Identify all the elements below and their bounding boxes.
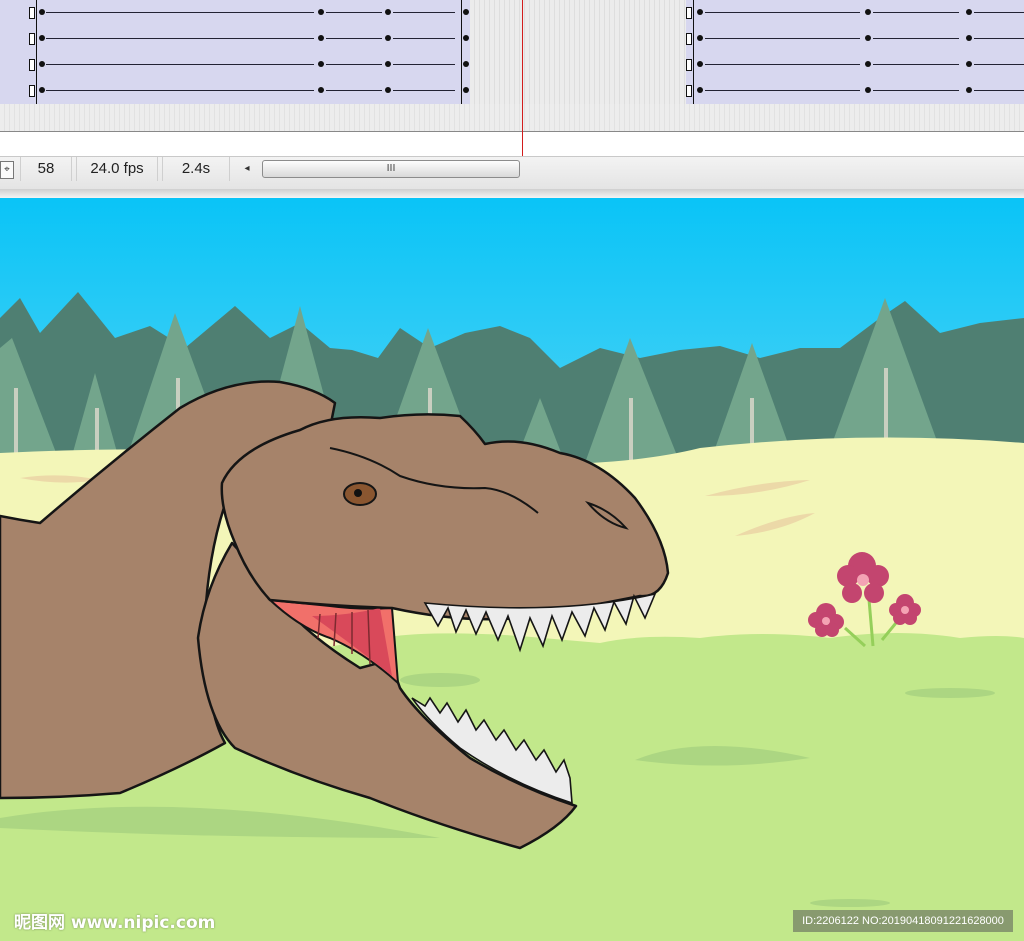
tween-line xyxy=(393,38,455,39)
keyframe-dot xyxy=(463,35,469,41)
tween-line xyxy=(393,90,455,91)
tween-line xyxy=(873,38,959,39)
tween-line xyxy=(705,38,860,39)
keyframe-dot xyxy=(966,9,972,15)
tween-line xyxy=(326,90,382,91)
empty-frame-span xyxy=(470,78,686,104)
keyframe-bar xyxy=(36,0,37,26)
timeline-layer-track[interactable] xyxy=(0,52,1024,79)
keyframe-dot xyxy=(385,9,391,15)
playhead[interactable] xyxy=(522,0,523,156)
timeline-divider xyxy=(0,131,1024,132)
keyframe-bar xyxy=(36,26,37,52)
keyframe-dot xyxy=(966,61,972,67)
keyframe-dot xyxy=(966,35,972,41)
keyframe-bar xyxy=(461,0,462,26)
keyframe-dot xyxy=(385,61,391,67)
tween-line xyxy=(393,12,455,13)
timeline-layer-track[interactable] xyxy=(0,0,1024,27)
tween-line xyxy=(873,64,959,65)
keyframe-dot xyxy=(463,9,469,15)
keyframe-dot xyxy=(39,61,45,67)
keyframe-bar xyxy=(693,0,694,26)
tween-line xyxy=(393,64,455,65)
tween-line xyxy=(46,90,314,91)
tween-line xyxy=(974,38,1024,39)
scrollbar-thumb[interactable]: III xyxy=(262,160,520,178)
tween-line xyxy=(326,38,382,39)
keyframe-dot xyxy=(318,61,324,67)
tween-line xyxy=(873,12,959,13)
keyframe-dot xyxy=(39,35,45,41)
timeline-empty-row xyxy=(0,104,1024,132)
tween-line xyxy=(873,90,959,91)
scroll-left-arrow-icon[interactable]: ◂ xyxy=(240,161,254,177)
keyframe-dot xyxy=(39,87,45,93)
scene-artwork xyxy=(0,198,1024,941)
stage-border xyxy=(0,189,1024,198)
keyframe-dot xyxy=(385,87,391,93)
tween-line xyxy=(326,64,382,65)
tween-line xyxy=(326,12,382,13)
frame-rate-readout[interactable]: 24.0 fps xyxy=(76,157,158,181)
keyframe-dot xyxy=(697,87,703,93)
keyframe-bar xyxy=(36,52,37,78)
blank-keyframe xyxy=(29,7,35,19)
tween-line xyxy=(705,90,860,91)
keyframe-dot xyxy=(697,9,703,15)
elapsed-time-readout: 2.4s xyxy=(162,157,230,181)
keyframe-bar xyxy=(461,78,462,104)
dinosaur-pupil xyxy=(354,489,362,497)
keyframe-bar xyxy=(693,52,694,78)
timeline-status-bar: ⌖ 58 24.0 fps 2.4s ◂ III xyxy=(0,156,1024,190)
empty-frame-span xyxy=(470,26,686,52)
keyframe-dot xyxy=(865,61,871,67)
keyframe-bar xyxy=(461,52,462,78)
timeline-panel[interactable] xyxy=(0,0,1024,156)
tween-line xyxy=(46,64,314,65)
blank-keyframe xyxy=(686,59,692,71)
blank-keyframe xyxy=(686,33,692,45)
keyframe-dot xyxy=(865,9,871,15)
keyframe-dot xyxy=(463,87,469,93)
current-frame-readout[interactable]: 58 xyxy=(20,157,72,181)
keyframe-dot xyxy=(385,35,391,41)
watermark-id: ID:2206122 NO:20190418091221628000 xyxy=(793,910,1013,932)
center-frame-icon[interactable]: ⌖ xyxy=(0,161,14,179)
watermark-logo: 昵图网 www.nipic.com xyxy=(14,913,216,933)
tween-line xyxy=(974,64,1024,65)
timeline-layer-track[interactable] xyxy=(0,26,1024,53)
keyframe-dot xyxy=(865,87,871,93)
keyframe-dot xyxy=(966,87,972,93)
blank-keyframe xyxy=(29,85,35,97)
keyframe-dot xyxy=(318,87,324,93)
tween-line xyxy=(46,38,314,39)
empty-frame-span xyxy=(470,0,686,26)
tween-line xyxy=(705,12,860,13)
stage-canvas[interactable] xyxy=(0,198,1024,941)
blank-keyframe xyxy=(686,85,692,97)
blank-keyframe xyxy=(686,7,692,19)
keyframe-dot xyxy=(697,35,703,41)
keyframe-dot xyxy=(318,9,324,15)
keyframe-dot xyxy=(318,35,324,41)
keyframe-dot xyxy=(697,61,703,67)
empty-frame-span xyxy=(470,52,686,78)
keyframe-bar xyxy=(36,78,37,104)
keyframe-dot xyxy=(39,9,45,15)
keyframe-bar xyxy=(461,26,462,52)
tween-line xyxy=(974,12,1024,13)
blank-keyframe xyxy=(29,33,35,45)
keyframe-dot xyxy=(463,61,469,67)
blank-keyframe xyxy=(29,59,35,71)
timeline-layer-track[interactable] xyxy=(0,78,1024,105)
tween-line xyxy=(46,12,314,13)
tween-line xyxy=(705,64,860,65)
keyframe-bar xyxy=(693,26,694,52)
keyframe-dot xyxy=(865,35,871,41)
keyframe-bar xyxy=(693,78,694,104)
tween-line xyxy=(974,90,1024,91)
